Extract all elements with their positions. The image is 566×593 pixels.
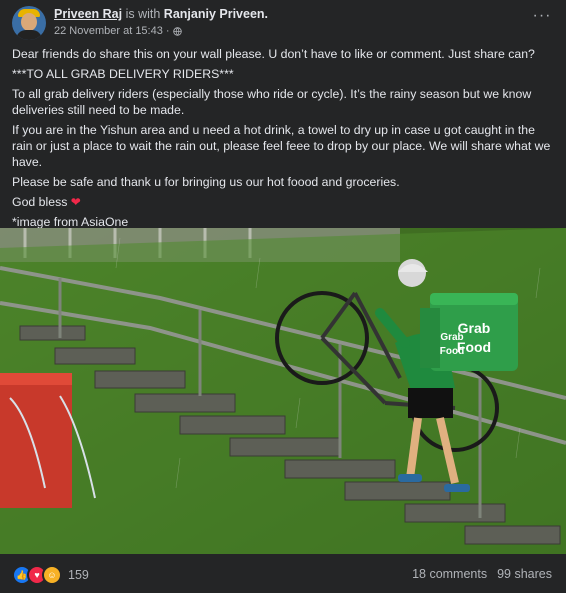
- reaction-summary[interactable]: 👍 ♥ ☺ 159: [12, 565, 89, 585]
- post-header: Priveen Raj is with Ranjaniy Priveen. 22…: [12, 6, 554, 42]
- post-paragraph: To all grab delivery riders (especially …: [12, 87, 532, 117]
- rider-photo-illustration: Grab Food Grab Food: [0, 228, 566, 554]
- bag-side-label-line2: Food: [440, 346, 464, 357]
- shares-count[interactable]: 99 shares: [497, 567, 552, 581]
- engagement-stats: 18 comments 99 shares: [412, 567, 552, 581]
- author-avatar[interactable]: [12, 6, 46, 40]
- god-bless-text: God bless: [12, 195, 68, 209]
- post-paragraph: Please be safe and thank u for bringing …: [12, 175, 400, 189]
- author-line: Priveen Raj is with Ranjaniy Priveen.: [54, 7, 268, 21]
- post-photo[interactable]: Grab Food Grab Food: [0, 228, 566, 554]
- post-paragraph: God bless ❤: [12, 194, 557, 210]
- author-name[interactable]: Priveen Raj: [54, 7, 122, 21]
- post-paragraph: Dear friends do share this on your wall …: [12, 47, 535, 61]
- with-text: is with: [125, 7, 161, 21]
- heart-emoji-icon: ❤: [70, 195, 81, 209]
- care-icon: ☺: [42, 565, 62, 585]
- bag-side-label-line1: Grab: [440, 332, 463, 343]
- post-meta: 22 November at 15:43 ·: [54, 25, 182, 37]
- post-timestamp[interactable]: 22 November at 15:43 ·: [54, 25, 170, 37]
- post-text: Dear friends do share this on your wall …: [12, 46, 557, 234]
- comments-count[interactable]: 18 comments: [412, 567, 487, 581]
- globe-icon: [172, 26, 182, 36]
- more-options-icon[interactable]: ···: [530, 8, 554, 26]
- post-footer: 👍 ♥ ☺ 159 18 comments 99 shares: [0, 554, 566, 593]
- post-paragraph: ***TO ALL GRAB DELIVERY RIDERS***: [12, 67, 234, 81]
- tagged-name[interactable]: Ranjaniy Priveen.: [164, 7, 268, 21]
- post-paragraph: If you are in the Yishun area and u need…: [12, 123, 551, 169]
- facebook-post: Priveen Raj is with Ranjaniy Priveen. 22…: [0, 0, 566, 593]
- reaction-count[interactable]: 159: [68, 568, 89, 582]
